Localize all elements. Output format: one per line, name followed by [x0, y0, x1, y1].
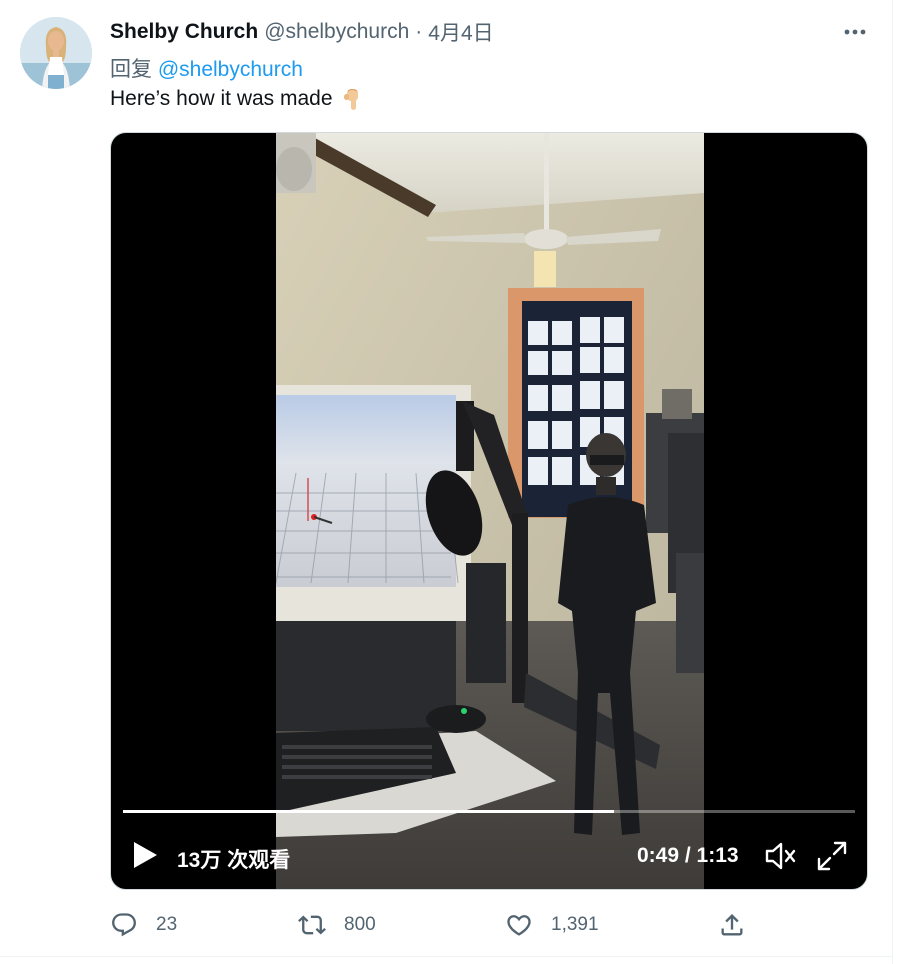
reply-mention-link[interactable]: @shelbychurch — [158, 58, 303, 81]
tweet-date[interactable]: 4月4日 — [428, 17, 493, 47]
header-separator: · — [415, 20, 423, 43]
retweet-count: 800 — [344, 914, 376, 935]
backhand-index-pointing-down-icon — [339, 86, 365, 112]
timeline-right-border — [892, 0, 893, 964]
reply-count: 23 — [156, 914, 178, 935]
video-player[interactable]: 13万 次观看 0:49 / 1:13 — [110, 132, 868, 890]
video-progress-fill — [123, 810, 615, 813]
tweet-text: Here’s how it was made — [110, 86, 365, 112]
reply-button[interactable]: 23 — [110, 906, 177, 944]
tweet-text-content: Here’s how it was made — [110, 87, 333, 110]
view-count: 13万 次观看 — [177, 849, 291, 872]
tweet-bottom-border — [0, 956, 892, 957]
share-icon — [721, 914, 743, 936]
reply-prefix: 回复 — [110, 58, 152, 81]
retweet-icon — [298, 915, 326, 935]
like-count: 1,391 — [551, 914, 599, 935]
reply-icon — [112, 913, 136, 937]
video-time: 0:49 / 1:13 — [637, 844, 739, 868]
like-button[interactable]: 1,391 — [505, 906, 599, 944]
video-duration: 1:13 — [696, 844, 739, 867]
tweet-header: Shelby Church @shelbychurch · 4月4日 — [110, 19, 494, 45]
avatar[interactable] — [20, 17, 92, 89]
heart-icon — [507, 915, 531, 936]
author-handle[interactable]: @shelbychurch — [264, 20, 409, 44]
video-time-separator: / — [679, 844, 697, 867]
video-progress-bar[interactable] — [123, 810, 855, 813]
video-current-time: 0:49 — [637, 844, 680, 867]
share-button[interactable] — [718, 906, 764, 944]
author-name[interactable]: Shelby Church — [110, 20, 258, 44]
replying-to: 回复 @shelbychurch — [110, 53, 303, 83]
play-icon[interactable] — [129, 840, 159, 870]
fullscreen-icon[interactable] — [815, 839, 849, 873]
video-frame[interactable] — [276, 133, 704, 889]
volume-muted-icon[interactable] — [763, 839, 797, 873]
tweet-actions: 23 800 1,391 — [0, 906, 892, 944]
more-options-icon[interactable] — [838, 18, 872, 46]
retweet-button[interactable]: 800 — [298, 906, 376, 944]
